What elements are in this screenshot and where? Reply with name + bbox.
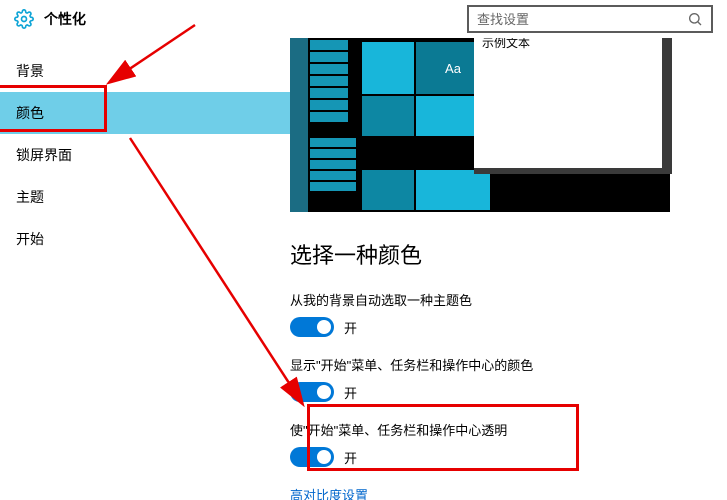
gear-icon [14,9,34,29]
main-content: Aa 示例文本 选择一种颜色 从我的背景自动选取一种主题色 开 显示 [290,38,727,500]
preview-window: 示例文本 [474,38,662,168]
sidebar-item-label: 锁屏界面 [16,145,72,165]
sidebar-item-theme[interactable]: 主题 [0,176,290,218]
preview-sample-text: 示例文本 [482,38,530,51]
setting-label: 从我的背景自动选取一种主题色 [290,290,707,309]
sidebar-item-lockscreen[interactable]: 锁屏界面 [0,134,290,176]
search-icon [687,11,703,27]
setting-label: 显示"开始"菜单、任务栏和操作中心的颜色 [290,355,707,374]
sidebar-item-background[interactable]: 背景 [0,50,290,92]
color-preview: Aa 示例文本 [290,38,670,212]
sidebar-item-label: 颜色 [16,103,44,123]
toggle-state: 开 [344,383,357,402]
setting-auto-color: 从我的背景自动选取一种主题色 开 [290,290,707,337]
high-contrast-link[interactable]: 高对比度设置 [290,485,707,500]
setting-show-color: 显示"开始"菜单、任务栏和操作中心的颜色 开 [290,355,707,402]
toggle-state: 开 [344,448,357,467]
toggle-state: 开 [344,318,357,337]
toggle-auto-color[interactable] [290,317,334,337]
search-input[interactable]: 查找设置 [467,5,713,33]
page-title: 个性化 [44,9,86,29]
sidebar-item-label: 主题 [16,187,44,207]
sidebar-item-label: 背景 [16,61,44,81]
setting-label: 使"开始"菜单、任务栏和操作中心透明 [290,420,707,439]
setting-transparent: 使"开始"菜单、任务栏和操作中心透明 开 [290,420,707,467]
section-title: 选择一种颜色 [290,238,707,270]
sidebar-item-color[interactable]: 颜色 [0,92,290,134]
sidebar: 背景 颜色 锁屏界面 主题 开始 [0,38,290,500]
sidebar-item-start[interactable]: 开始 [0,218,290,260]
search-placeholder: 查找设置 [477,9,687,28]
toggle-show-color[interactable] [290,382,334,402]
toggle-transparent[interactable] [290,447,334,467]
sidebar-item-label: 开始 [16,229,44,249]
